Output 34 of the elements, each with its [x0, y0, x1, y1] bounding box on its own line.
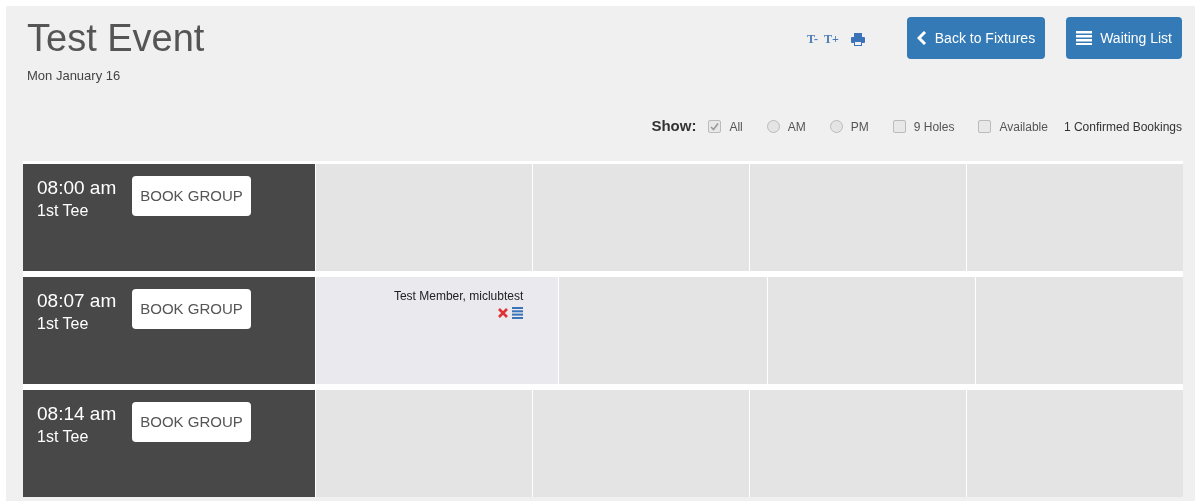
filter-label: Available: [999, 118, 1048, 136]
event-title: Test Event: [27, 16, 205, 60]
tee-time: 08:07 am: [37, 289, 117, 313]
book-group-button[interactable]: BOOK GROUP: [132, 402, 251, 442]
waiting-list-button[interactable]: Waiting List: [1066, 17, 1182, 59]
checkbox[interactable]: [892, 120, 906, 133]
tee-time: 08:00 am: [37, 176, 117, 200]
radio-button[interactable]: [829, 120, 843, 133]
booking-slot[interactable]: Test Member, miclubtest: [316, 277, 559, 384]
book-group-button[interactable]: BOOK GROUP: [132, 176, 251, 216]
checkbox[interactable]: [708, 120, 722, 133]
member-name: Test Member, miclubtest: [393, 288, 524, 305]
checkbox[interactable]: [978, 120, 992, 133]
filter-label: 9 Holes: [913, 118, 955, 136]
confirmed-bookings-count: 1 Confirmed Bookings: [1063, 118, 1182, 136]
filter-label: All: [729, 118, 743, 136]
event-date: Mon January 16: [27, 67, 122, 85]
font-size-button[interactable]: T-: [807, 30, 818, 48]
printer-icon[interactable]: [850, 32, 865, 46]
remove-icon[interactable]: [498, 308, 509, 318]
radio-button[interactable]: [766, 120, 780, 133]
list-icon[interactable]: [512, 307, 524, 319]
filter-label: PM: [850, 118, 869, 136]
list-icon: [1076, 31, 1093, 45]
font-size-button[interactable]: T+: [823, 30, 839, 48]
tee-label: 1st Tee: [37, 314, 90, 334]
tee-time: 08:14 am: [37, 402, 117, 426]
tee-label: 1st Tee: [37, 201, 90, 221]
chevron-left-icon: [916, 31, 927, 45]
book-group-button[interactable]: BOOK GROUP: [132, 289, 251, 329]
back-button[interactable]: Back to Fixtures: [906, 17, 1046, 59]
filter-label: AM: [787, 118, 806, 136]
show-label: Show:: [651, 116, 697, 137]
tee-label: 1st Tee: [37, 427, 90, 447]
